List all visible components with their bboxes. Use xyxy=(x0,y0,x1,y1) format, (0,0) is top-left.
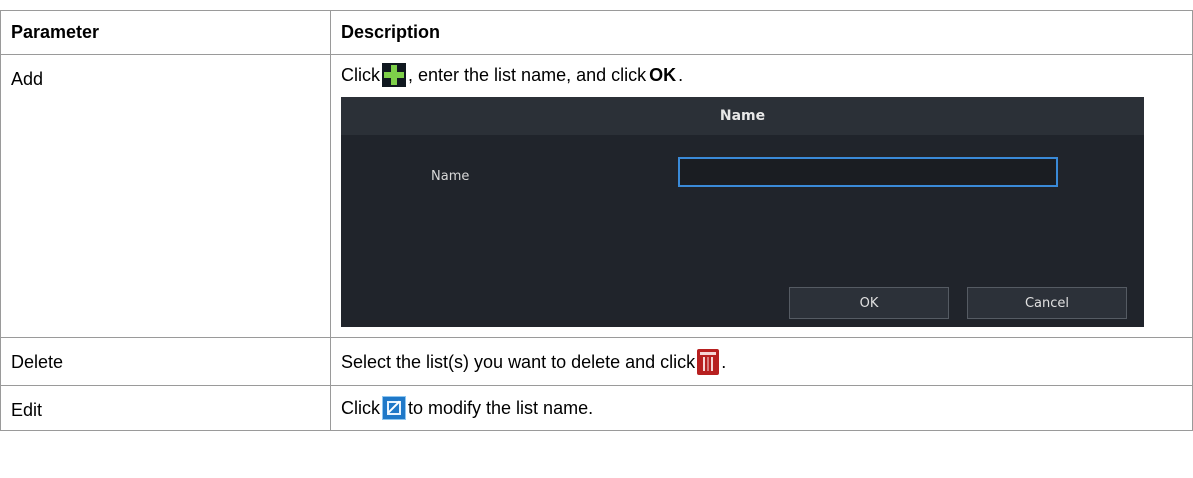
desc-delete-text: Select the list(s) you want to delete an… xyxy=(341,351,696,372)
parameter-table: Parameter Description Add Click , enter … xyxy=(0,10,1193,431)
param-edit-label: Edit xyxy=(11,400,43,420)
dialog-name-input[interactable] xyxy=(678,157,1058,187)
desc-edit-text-before: Click xyxy=(341,398,380,418)
table-row-delete: Delete Select the list(s) you want to de… xyxy=(0,337,1193,386)
desc-edit: Click to modify the list name. xyxy=(330,385,1193,431)
header-description: Description xyxy=(330,10,1193,55)
desc-edit-line: Click to modify the list name. xyxy=(341,386,1182,430)
dialog-cancel-button[interactable]: Cancel xyxy=(967,287,1127,319)
name-dialog-screenshot: Name Name OK Cancel xyxy=(341,97,1144,327)
table-header-row: Parameter Description xyxy=(0,10,1193,55)
edit-icon xyxy=(382,396,406,420)
dialog-name-label: Name xyxy=(431,169,470,184)
desc-add-text-after: , enter the list name, and click xyxy=(408,65,647,85)
table-row-edit: Edit Click to modify the list name. xyxy=(0,385,1193,431)
param-delete: Delete xyxy=(0,337,331,386)
desc-add-line: Click , enter the list name, and click O… xyxy=(341,55,1182,95)
desc-add-text-before: Click xyxy=(341,65,380,85)
add-plus-icon xyxy=(382,63,406,87)
param-edit: Edit xyxy=(0,385,331,431)
desc-add-text-end: . xyxy=(678,65,684,85)
header-parameter: Parameter xyxy=(0,10,331,55)
desc-add: Click , enter the list name, and click O… xyxy=(330,54,1193,338)
desc-delete-line: Select the list(s) you want to delete an… xyxy=(341,338,1182,385)
desc-delete: Select the list(s) you want to delete an… xyxy=(330,337,1193,386)
param-delete-label: Delete xyxy=(11,352,64,372)
dialog-ok-button[interactable]: OK xyxy=(789,287,949,319)
desc-delete-text-end: . xyxy=(721,351,727,372)
desc-add-bold-ok: OK xyxy=(649,65,677,85)
delete-trash-icon xyxy=(697,348,720,375)
param-add-label: Add xyxy=(11,69,44,89)
param-add: Add xyxy=(0,54,331,338)
desc-edit-text-after: to modify the list name. xyxy=(408,398,594,418)
table-row-add: Add Click , enter the list name, and cli… xyxy=(0,54,1193,338)
dialog-title: Name xyxy=(341,97,1144,135)
